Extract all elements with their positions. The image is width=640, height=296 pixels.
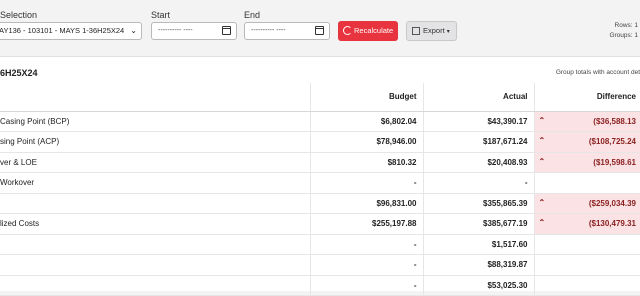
start-date-placeholder: ---------- ---- [158, 27, 193, 34]
difference-value: ($36,588.13 [593, 116, 636, 126]
header-label [0, 83, 311, 112]
actual-cell: $355,865.39 [423, 193, 535, 214]
difference-cell [534, 234, 640, 255]
budget-cell: $6,802.04 [310, 111, 424, 132]
actual-cell: $88,319.87 [423, 254, 535, 276]
caret-up-icon[interactable]: ⌃ [539, 218, 546, 227]
budget-cell: $96,831.00 [310, 193, 424, 214]
end-date-placeholder: ---------- ---- [251, 27, 286, 34]
table-row[interactable]: sing Point (ACP) $78,946.00 $187,671.24 ⌃ ($… [0, 131, 640, 153]
actual-cell: $1,517.60 [423, 234, 535, 255]
caret-up-icon[interactable]: ⌃ [539, 116, 546, 125]
caret-up-icon[interactable]: ⌃ [539, 198, 546, 207]
budget-cell: $810.32 [310, 152, 424, 173]
header-difference[interactable]: Difference [534, 83, 640, 112]
toolbar: Selection AY136 - 103101 - MAYS 1-36H25X… [0, 0, 640, 56]
table-row[interactable]: Workover - - [0, 172, 640, 194]
caret-up-icon[interactable]: ⌃ [539, 136, 546, 145]
selection-value: AY136 - 103101 - MAYS 1-36H25X24 [0, 26, 125, 35]
caret-down-icon: ▾ [446, 29, 450, 35]
actual-cell: $385,677.19 [423, 213, 535, 235]
table-row[interactable]: lized Costs $255,197.88 $385,677.19 ⌃ ($130,… [0, 213, 640, 235]
refresh-icon [343, 26, 352, 35]
results-card: 6H25X24 Group totals with account det Bu… [0, 56, 640, 296]
actual-cell: $20,408.93 [423, 152, 535, 173]
difference-cell [534, 172, 640, 194]
row-label: Casing Point (BCP) [0, 111, 311, 132]
start-label: Start [151, 10, 171, 20]
header-budget[interactable]: Budget [310, 83, 424, 112]
table-header-row: Budget Actual Difference [0, 83, 640, 112]
difference-cell: ⌃ ($36,588.13 [534, 111, 640, 132]
end-label: End [244, 10, 261, 20]
difference-value: ($259,034.39 [588, 198, 636, 208]
table-row[interactable]: Casing Point (BCP) $6,802.04 $43,390.17 ⌃ ($… [0, 111, 640, 132]
actual-cell: $53,025.30 [423, 275, 535, 296]
budget-cell: - [310, 275, 424, 296]
budget-cell: $78,946.00 [310, 131, 424, 153]
difference-cell [534, 254, 640, 276]
table-row[interactable]: - $53,025.30 [0, 275, 640, 296]
selection-dropdown[interactable]: AY136 - 103101 - MAYS 1-36H25X24 ⌄ [0, 22, 142, 40]
difference-cell: ⌃ ($130,479.31 [534, 213, 640, 235]
results-table: Budget Actual Difference Casing Point (B… [0, 83, 640, 296]
recalculate-label: Recalculate [354, 26, 394, 35]
row-label [0, 193, 311, 214]
row-label [0, 234, 311, 255]
difference-cell [534, 275, 640, 296]
rows-count: Rows: 1 [614, 22, 638, 29]
header-actual[interactable]: Actual [423, 83, 535, 112]
export-icon [412, 27, 420, 35]
difference-value: ($108,725.24 [588, 137, 636, 147]
row-label [0, 254, 311, 276]
actual-cell: $43,390.17 [423, 111, 535, 132]
chevron-down-icon: ⌄ [130, 26, 137, 35]
difference-cell: ⌃ ($19,598.61 [534, 152, 640, 173]
budget-cell: $255,197.88 [310, 213, 424, 235]
export-label: Export [423, 26, 445, 35]
end-date-input[interactable]: ---------- ---- [244, 22, 330, 40]
table-row[interactable]: $96,831.00 $355,865.39 ⌃ ($259,034.39 [0, 193, 640, 214]
budget-cell: - [310, 234, 424, 255]
groups-count: Groups: 1 [609, 32, 638, 39]
calendar-icon[interactable] [315, 26, 324, 35]
table-row[interactable]: ver & LOE $810.32 $20,408.93 ⌃ ($19,598.61 [0, 152, 640, 173]
row-label: sing Point (ACP) [0, 131, 311, 153]
row-label: lized Costs [0, 213, 311, 235]
export-button[interactable]: Export ▾ [406, 21, 457, 41]
row-label: Workover [0, 172, 311, 194]
group-title: 6H25X24 [0, 68, 38, 78]
row-label [0, 275, 311, 296]
group-note: Group totals with account det [555, 69, 640, 76]
difference-value: ($19,598.61 [593, 157, 636, 167]
difference-cell: ⌃ ($108,725.24 [534, 131, 640, 153]
budget-cell: - [310, 254, 424, 276]
calendar-icon[interactable] [222, 26, 231, 35]
start-date-input[interactable]: ---------- ---- [151, 22, 237, 40]
difference-value: ($130,479.31 [588, 219, 636, 229]
row-label: ver & LOE [0, 152, 311, 173]
actual-cell: - [423, 172, 535, 194]
caret-up-icon[interactable]: ⌃ [539, 157, 546, 166]
recalculate-button[interactable]: Recalculate [338, 21, 398, 41]
selection-label: Selection [0, 10, 38, 20]
actual-cell: $187,671.24 [423, 131, 535, 153]
budget-cell: - [310, 172, 424, 194]
table-row[interactable]: - $1,517.60 [0, 234, 640, 255]
difference-cell: ⌃ ($259,034.39 [534, 193, 640, 214]
table-row[interactable]: - $88,319.87 [0, 254, 640, 276]
